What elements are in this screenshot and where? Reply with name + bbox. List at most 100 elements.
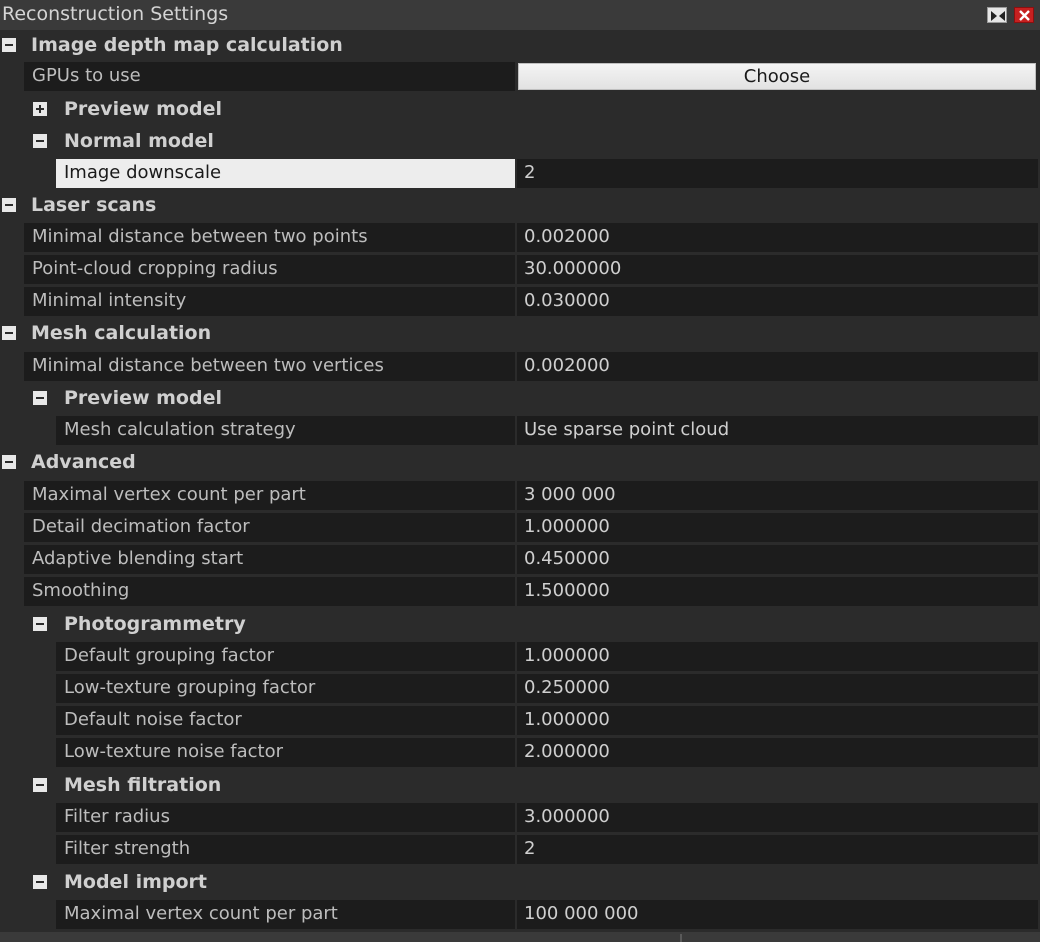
property-row[interactable]: Adaptive blending start 0.450000 — [0, 544, 1040, 575]
category-photogrammetry[interactable]: Photogrammetry — [0, 609, 1040, 640]
property-value-cell[interactable]: 3.000000 — [517, 803, 1038, 832]
close-icon[interactable] — [1014, 7, 1034, 23]
category-label: Preview model — [64, 98, 222, 120]
property-value: 2 — [524, 838, 536, 859]
pin-icon[interactable] — [987, 7, 1007, 23]
property-name-cell: Image downscale — [56, 159, 515, 188]
category-mesh-filtration[interactable]: Mesh filtration — [0, 770, 1040, 801]
property-name: Minimal distance between two vertices — [32, 355, 384, 376]
category-laser-scans[interactable]: Laser scans — [0, 190, 1040, 221]
property-row-image-downscale[interactable]: Image downscale 2 — [0, 158, 1040, 189]
category-label: Normal model — [64, 130, 214, 152]
property-value: 30.000000 — [524, 258, 622, 279]
collapse-icon[interactable] — [2, 455, 16, 469]
property-name: Image downscale — [64, 162, 222, 183]
collapse-icon[interactable] — [2, 198, 16, 212]
property-name-cell: Minimal distance between two vertices — [24, 352, 515, 381]
property-name: Low-texture grouping factor — [64, 677, 316, 698]
property-name: Detail decimation factor — [32, 516, 250, 537]
property-row[interactable]: Minimal intensity 0.030000 — [0, 286, 1040, 317]
property-name-cell: Maximal vertex count per part — [56, 900, 515, 929]
property-value-cell[interactable]: 2.000000 — [517, 738, 1038, 767]
property-row[interactable]: Low-texture noise factor 2.000000 — [0, 737, 1040, 768]
property-value: Use sparse point cloud — [524, 419, 730, 440]
property-value-cell[interactable]: 1.000000 — [517, 513, 1038, 542]
collapse-icon[interactable] — [33, 778, 47, 792]
property-name-cell: Minimal distance between two points — [24, 223, 515, 252]
property-value: 2.000000 — [524, 741, 610, 762]
property-value-cell[interactable]: 2 — [517, 835, 1038, 864]
property-value: 0.250000 — [524, 677, 610, 698]
property-value-cell[interactable]: 0.450000 — [517, 545, 1038, 574]
property-value-cell[interactable]: 0.030000 — [517, 287, 1038, 316]
property-name: Minimal distance between two points — [32, 226, 368, 247]
property-name: Low-texture noise factor — [64, 741, 284, 762]
property-value-cell[interactable]: 0.002000 — [517, 352, 1038, 381]
property-row[interactable]: Mesh calculation strategy Use sparse poi… — [0, 415, 1040, 446]
collapse-icon[interactable] — [33, 134, 47, 148]
category-label: Mesh calculation — [31, 322, 212, 344]
collapse-icon[interactable] — [2, 38, 16, 52]
choose-gpus-button[interactable]: Choose — [518, 63, 1036, 90]
property-value: 1.000000 — [524, 645, 610, 666]
property-value: 0.450000 — [524, 548, 610, 569]
bottom-border — [0, 932, 1040, 942]
category-mesh-preview-model[interactable]: Preview model — [0, 383, 1040, 414]
window-title: Reconstruction Settings — [2, 3, 229, 25]
property-value-cell[interactable]: 3 000 000 — [517, 481, 1038, 510]
property-value: 0.002000 — [524, 226, 610, 247]
category-mesh-calculation[interactable]: Mesh calculation — [0, 318, 1040, 349]
property-name: GPUs to use — [32, 65, 141, 86]
collapse-icon[interactable] — [33, 617, 47, 631]
property-row[interactable]: Default grouping factor 1.000000 — [0, 641, 1040, 672]
collapse-icon[interactable] — [33, 875, 47, 889]
property-row[interactable]: Smoothing 1.500000 — [0, 576, 1040, 607]
property-value-cell[interactable]: 100 000 000 — [517, 900, 1038, 929]
property-row[interactable]: Filter radius 3.000000 — [0, 802, 1040, 833]
property-value: 1.500000 — [524, 580, 610, 601]
category-normal-model[interactable]: Normal model — [0, 126, 1040, 157]
property-value: 2 — [524, 162, 536, 183]
property-name: Filter strength — [64, 838, 191, 859]
property-row[interactable]: Maximal vertex count per part 3 000 000 — [0, 480, 1040, 511]
category-preview-model[interactable]: Preview model — [0, 94, 1040, 125]
property-name: Point-cloud cropping radius — [32, 258, 278, 279]
property-row[interactable]: Maximal vertex count per part 100 000 00… — [0, 899, 1040, 930]
property-row[interactable]: Filter strength 2 — [0, 834, 1040, 865]
property-value-cell[interactable]: 0.250000 — [517, 674, 1038, 703]
property-value-cell[interactable]: 0.002000 — [517, 223, 1038, 252]
title-bar: Reconstruction Settings — [0, 0, 1040, 30]
category-label: Laser scans — [31, 194, 157, 216]
property-name: Mesh calculation strategy — [64, 419, 296, 440]
property-value-cell[interactable]: 1.000000 — [517, 642, 1038, 671]
category-image-depth-map[interactable]: Image depth map calculation — [0, 30, 1040, 61]
property-value-cell[interactable]: Use sparse point cloud — [517, 416, 1038, 445]
property-name-cell: Filter strength — [56, 835, 515, 864]
property-row[interactable]: Default noise factor 1.000000 — [0, 705, 1040, 736]
property-row[interactable]: Detail decimation factor 1.000000 — [0, 512, 1040, 543]
property-row[interactable]: Minimal distance between two vertices 0.… — [0, 351, 1040, 382]
property-name-cell: Maximal vertex count per part — [24, 481, 515, 510]
property-name: Default grouping factor — [64, 645, 275, 666]
bottom-divider — [680, 934, 682, 942]
property-value-cell[interactable]: 1.500000 — [517, 577, 1038, 606]
category-label: Mesh filtration — [64, 774, 222, 796]
property-value-cell[interactable]: 1.000000 — [517, 706, 1038, 735]
property-row[interactable]: Low-texture grouping factor 0.250000 — [0, 673, 1040, 704]
property-row[interactable]: Point-cloud cropping radius 30.000000 — [0, 254, 1040, 285]
category-label: Photogrammetry — [64, 613, 246, 635]
property-value: 1.000000 — [524, 709, 610, 730]
expand-icon[interactable] — [33, 102, 47, 116]
category-model-import[interactable]: Model import — [0, 867, 1040, 898]
category-advanced[interactable]: Advanced — [0, 447, 1040, 478]
property-name-cell: Low-texture grouping factor — [56, 674, 515, 703]
property-name-cell: Point-cloud cropping radius — [24, 255, 515, 284]
collapse-icon[interactable] — [33, 391, 47, 405]
property-value: 1.000000 — [524, 516, 610, 537]
collapse-icon[interactable] — [2, 326, 16, 340]
property-row[interactable]: Minimal distance between two points 0.00… — [0, 222, 1040, 253]
property-row-gpus[interactable]: GPUs to use Choose — [0, 61, 1040, 92]
property-name-cell: Smoothing — [24, 577, 515, 606]
property-value-cell[interactable]: 2 — [517, 159, 1038, 188]
property-value-cell[interactable]: 30.000000 — [517, 255, 1038, 284]
